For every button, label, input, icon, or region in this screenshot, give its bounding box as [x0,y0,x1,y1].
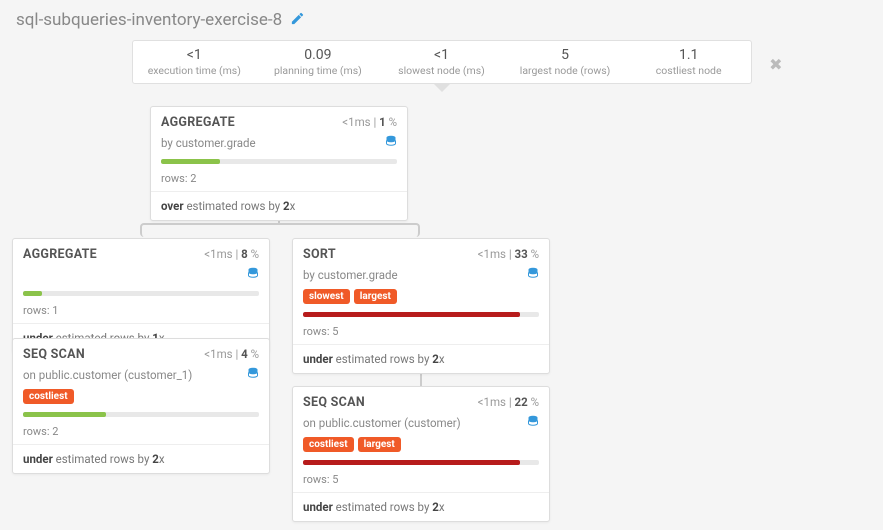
cost-bar [161,159,220,164]
node-name: AGGREGATE [161,115,235,130]
database-icon [247,266,259,283]
estimate-text: under estimated rows by 2x [293,493,549,521]
stat-largest-node: 5 largest node (rows) [503,47,627,77]
estimate-text: under estimated rows by 2x [13,445,269,473]
node-metrics: <1ms | 8 % [204,247,259,261]
database-icon [247,366,259,383]
cost-bar [23,412,106,417]
cost-bar [303,460,520,465]
edit-icon[interactable] [290,11,305,30]
close-icon[interactable]: ✖ [769,55,782,74]
stat-planning-time: 0.09 planning time (ms) [256,47,380,77]
node-metrics: <1ms | 1 % [342,115,397,129]
tag-costliest: costliest [303,437,354,452]
stat-slowest-node: <1 slowest node (ms) [380,47,504,77]
tag-slowest: slowest [303,289,350,304]
node-metrics: <1ms | 4 % [204,347,259,361]
cost-bar [303,312,520,317]
node-aggregate-top[interactable]: AGGREGATE <1ms | 1 % by customer.grade r… [150,106,408,221]
estimate-text: under estimated rows by 2x [293,345,549,373]
node-name: SEQ SCAN [303,395,365,410]
stats-arrow-icon [434,84,450,92]
connector [140,223,420,237]
node-seqscan-left[interactable]: SEQ SCAN <1ms | 4 % on public.customer (… [12,338,270,474]
node-name: AGGREGATE [23,247,97,262]
node-metrics: <1ms | 22 % [478,395,539,409]
node-name: SEQ SCAN [23,347,85,362]
node-aggregate-left[interactable]: AGGREGATE <1ms | 8 % rows: 1 under estim… [12,238,270,353]
tag-costliest: costliest [23,389,74,404]
node-metrics: <1ms | 33 % [478,247,539,261]
database-icon [527,414,539,431]
stat-execution-time: <1 execution time (ms) [133,47,257,77]
node-seqscan-right[interactable]: SEQ SCAN <1ms | 22 % on public.customer … [292,386,550,522]
stat-costliest-node: 1.1 costliest node [627,47,751,77]
header: sql-subqueries-inventory-exercise-8 [0,0,883,40]
estimate-text: over estimated rows by 2x [151,192,407,220]
database-icon [385,134,397,151]
plan-canvas: AGGREGATE <1ms | 1 % by customer.grade r… [0,100,883,530]
cost-bar [23,291,42,296]
page-title: sql-subqueries-inventory-exercise-8 [16,10,282,30]
node-sort-right[interactable]: SORT <1ms | 33 % by customer.grade slowe… [292,238,550,374]
database-icon [527,266,539,283]
stats-bar: <1 execution time (ms) 0.09 planning tim… [132,40,752,84]
tag-largest: largest [354,289,397,304]
tag-largest: largest [358,437,401,452]
node-name: SORT [303,247,336,262]
